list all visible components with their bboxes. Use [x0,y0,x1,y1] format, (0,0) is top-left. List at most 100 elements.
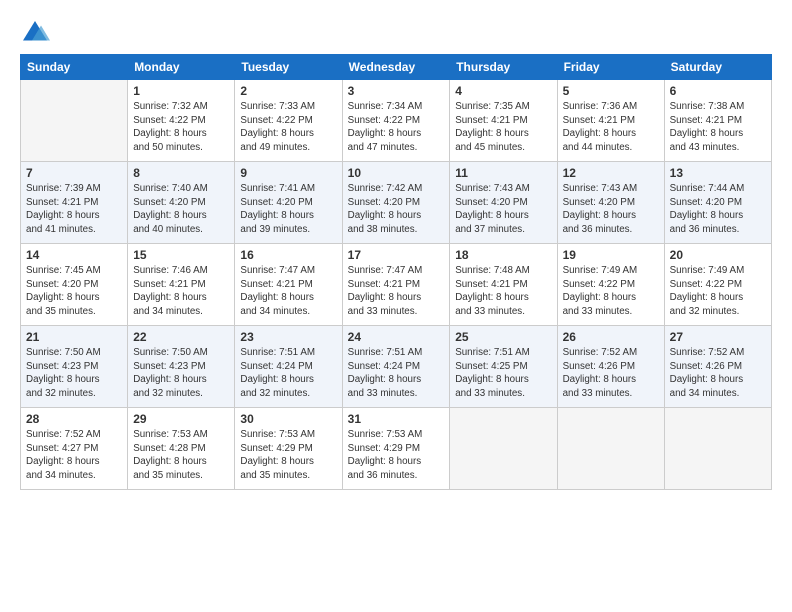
calendar-cell: 7Sunrise: 7:39 AM Sunset: 4:21 PM Daylig… [21,162,128,244]
day-number: 13 [670,166,766,180]
header [20,18,772,48]
day-number: 20 [670,248,766,262]
day-number: 23 [240,330,336,344]
calendar-cell: 29 Sunrise: 7:53 AM Sunset: 4:28 PM Dayli… [128,408,235,490]
weekday-header-monday: Monday [128,55,235,80]
calendar-cell: 16Sunrise: 7:47 AM Sunset: 4:21 PM Dayli… [235,244,342,326]
day-number: 12 [563,166,659,180]
weekday-header-saturday: Saturday [664,55,771,80]
weekday-header-row: SundayMondayTuesdayWednesdayThursdayFrid… [21,55,772,80]
calendar-cell: 2Sunrise: 7:33 AM Sunset: 4:22 PM Daylig… [235,80,342,162]
weekday-header-friday: Friday [557,55,664,80]
day-info: Sunrise: 7:32 AM Sunset: 4:22 PM Dayligh… [133,100,229,155]
day-info: Sunrise: 7:38 AM Sunset: 4:21 PM Dayligh… [670,100,766,155]
day-info: Sunrise: 7:52 AM Sunset: 4:27 PM Dayligh… [26,428,122,483]
calendar-cell: 4 Sunrise: 7:35 AM Sunset: 4:21 PM Daylig… [450,80,557,162]
day-info: Sunrise: 7:42 AM Sunset: 4:20 PM Dayligh… [348,182,445,237]
calendar-cell: 31 Sunrise: 7:53 AM Sunset: 4:29 PM Dayli… [342,408,450,490]
calendar-cell: 17 Sunrise: 7:47 AM Sunset: 4:21 PM Dayli… [342,244,450,326]
day-number: 9 [240,166,336,180]
calendar-cell: 5 Sunrise: 7:36 AM Sunset: 4:21 PM Daylig… [557,80,664,162]
day-number: 25 [455,330,551,344]
calendar-cell: 8 Sunrise: 7:40 AM Sunset: 4:20 PM Daylig… [128,162,235,244]
day-number: 29 [133,412,229,426]
week-row-5: 28 Sunrise: 7:52 AM Sunset: 4:27 PM Dayli… [21,408,772,490]
day-number: 4 [455,84,551,98]
logo-icon [20,18,50,48]
day-info: Sunrise: 7:49 AM Sunset: 4:22 PM Dayligh… [670,264,766,319]
calendar-cell: 9 Sunrise: 7:41 AM Sunset: 4:20 PM Daylig… [235,162,342,244]
calendar-cell [664,408,771,490]
weekday-header-wednesday: Wednesday [342,55,450,80]
day-info: Sunrise: 7:50 AM Sunset: 4:23 PM Dayligh… [26,346,122,401]
day-info: Sunrise: 7:51 AM Sunset: 4:24 PM Dayligh… [240,346,336,401]
calendar-cell [21,80,128,162]
day-number: 6 [670,84,766,98]
day-info: Sunrise: 7:47 AM Sunset: 4:21 PM Dayligh… [348,264,445,319]
day-number: 31 [348,412,445,426]
calendar-cell: 18 Sunrise: 7:48 AM Sunset: 4:21 PM Dayli… [450,244,557,326]
day-info: Sunrise: 7:41 AM Sunset: 4:20 PM Dayligh… [240,182,336,237]
calendar-cell: 27 Sunrise: 7:52 AM Sunset: 4:26 PM Dayli… [664,326,771,408]
day-info: Sunrise: 7:53 AM Sunset: 4:28 PM Dayligh… [133,428,229,483]
day-info: Sunrise: 7:51 AM Sunset: 4:25 PM Dayligh… [455,346,551,401]
day-info: Sunrise: 7:40 AM Sunset: 4:20 PM Dayligh… [133,182,229,237]
calendar-cell: 6 Sunrise: 7:38 AM Sunset: 4:21 PM Daylig… [664,80,771,162]
calendar-cell: 30 Sunrise: 7:53 AM Sunset: 4:29 PM Dayli… [235,408,342,490]
day-info: Sunrise: 7:52 AM Sunset: 4:26 PM Dayligh… [670,346,766,401]
calendar-cell: 24Sunrise: 7:51 AM Sunset: 4:24 PM Dayli… [342,326,450,408]
calendar-cell [557,408,664,490]
week-row-3: 14Sunrise: 7:45 AM Sunset: 4:20 PM Dayli… [21,244,772,326]
day-number: 17 [348,248,445,262]
day-info: Sunrise: 7:43 AM Sunset: 4:20 PM Dayligh… [455,182,551,237]
day-info: Sunrise: 7:46 AM Sunset: 4:21 PM Dayligh… [133,264,229,319]
calendar-cell: 22 Sunrise: 7:50 AM Sunset: 4:23 PM Dayli… [128,326,235,408]
calendar-cell: 14Sunrise: 7:45 AM Sunset: 4:20 PM Dayli… [21,244,128,326]
weekday-header-sunday: Sunday [21,55,128,80]
day-info: Sunrise: 7:53 AM Sunset: 4:29 PM Dayligh… [240,428,336,483]
calendar-cell: 3Sunrise: 7:34 AM Sunset: 4:22 PM Daylig… [342,80,450,162]
calendar-cell: 26 Sunrise: 7:52 AM Sunset: 4:26 PM Dayli… [557,326,664,408]
day-number: 28 [26,412,122,426]
calendar-cell: 28 Sunrise: 7:52 AM Sunset: 4:27 PM Dayli… [21,408,128,490]
day-number: 22 [133,330,229,344]
week-row-2: 7Sunrise: 7:39 AM Sunset: 4:21 PM Daylig… [21,162,772,244]
day-number: 14 [26,248,122,262]
calendar-cell [450,408,557,490]
week-row-4: 21Sunrise: 7:50 AM Sunset: 4:23 PM Dayli… [21,326,772,408]
day-info: Sunrise: 7:43 AM Sunset: 4:20 PM Dayligh… [563,182,659,237]
day-info: Sunrise: 7:44 AM Sunset: 4:20 PM Dayligh… [670,182,766,237]
day-number: 11 [455,166,551,180]
day-number: 8 [133,166,229,180]
weekday-header-tuesday: Tuesday [235,55,342,80]
day-number: 10 [348,166,445,180]
day-info: Sunrise: 7:52 AM Sunset: 4:26 PM Dayligh… [563,346,659,401]
logo [20,18,54,48]
day-number: 18 [455,248,551,262]
calendar-cell: 15 Sunrise: 7:46 AM Sunset: 4:21 PM Dayli… [128,244,235,326]
calendar-cell: 11 Sunrise: 7:43 AM Sunset: 4:20 PM Dayli… [450,162,557,244]
day-number: 5 [563,84,659,98]
week-row-1: 1 Sunrise: 7:32 AM Sunset: 4:22 PM Daylig… [21,80,772,162]
day-info: Sunrise: 7:48 AM Sunset: 4:21 PM Dayligh… [455,264,551,319]
day-info: Sunrise: 7:33 AM Sunset: 4:22 PM Dayligh… [240,100,336,155]
calendar-cell: 10 Sunrise: 7:42 AM Sunset: 4:20 PM Dayli… [342,162,450,244]
day-number: 16 [240,248,336,262]
day-info: Sunrise: 7:36 AM Sunset: 4:21 PM Dayligh… [563,100,659,155]
day-number: 3 [348,84,445,98]
day-number: 30 [240,412,336,426]
day-info: Sunrise: 7:39 AM Sunset: 4:21 PM Dayligh… [26,182,122,237]
calendar-table: SundayMondayTuesdayWednesdayThursdayFrid… [20,54,772,490]
day-number: 27 [670,330,766,344]
day-number: 1 [133,84,229,98]
day-info: Sunrise: 7:50 AM Sunset: 4:23 PM Dayligh… [133,346,229,401]
day-number: 15 [133,248,229,262]
day-number: 26 [563,330,659,344]
weekday-header-thursday: Thursday [450,55,557,80]
calendar-page: SundayMondayTuesdayWednesdayThursdayFrid… [0,0,792,612]
calendar-cell: 23 Sunrise: 7:51 AM Sunset: 4:24 PM Dayli… [235,326,342,408]
day-info: Sunrise: 7:35 AM Sunset: 4:21 PM Dayligh… [455,100,551,155]
day-number: 19 [563,248,659,262]
day-info: Sunrise: 7:53 AM Sunset: 4:29 PM Dayligh… [348,428,445,483]
calendar-cell: 1 Sunrise: 7:32 AM Sunset: 4:22 PM Daylig… [128,80,235,162]
